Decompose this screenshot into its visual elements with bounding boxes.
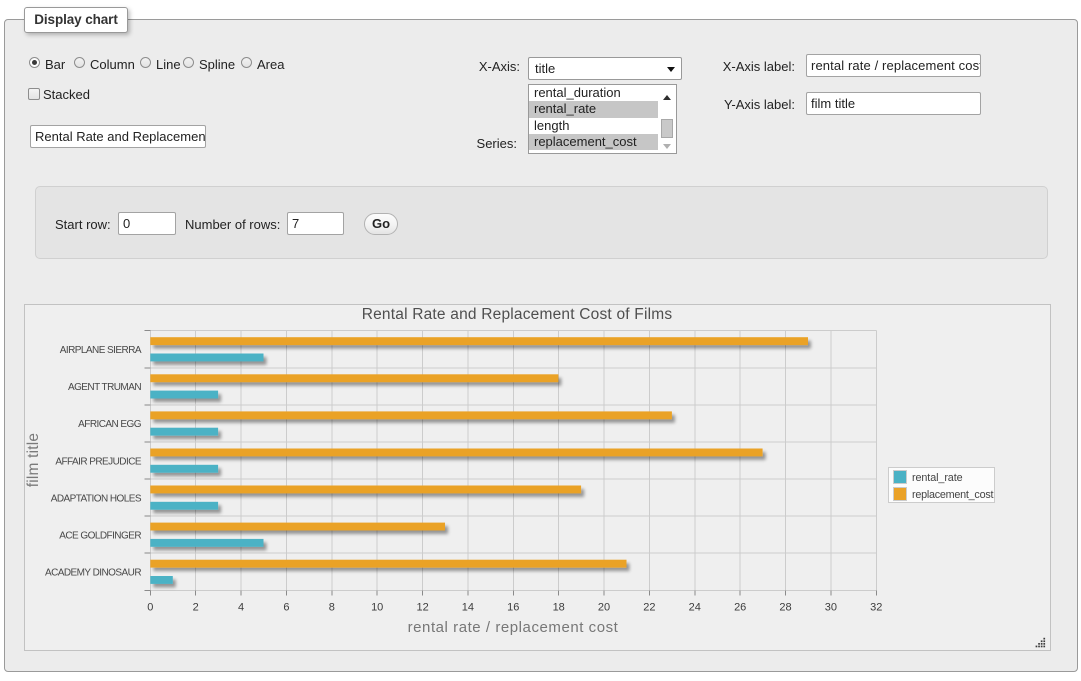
svg-text:32: 32 — [870, 602, 882, 614]
svg-text:rental rate / replacement cost: rental rate / replacement cost — [408, 619, 619, 636]
svg-text:AFRICAN EGG: AFRICAN EGG — [78, 419, 142, 430]
svg-text:2: 2 — [193, 602, 199, 614]
svg-text:0: 0 — [147, 602, 153, 614]
svg-text:28: 28 — [779, 602, 791, 614]
svg-text:16: 16 — [507, 602, 519, 614]
svg-text:ACADEMY DINOSAUR: ACADEMY DINOSAUR — [45, 568, 141, 579]
svg-text:ACE GOLDFINGER: ACE GOLDFINGER — [59, 531, 141, 542]
svg-text:26: 26 — [734, 602, 746, 614]
svg-text:8: 8 — [329, 602, 335, 614]
svg-text:10: 10 — [371, 602, 383, 614]
svg-text:AFFAIR PREJUDICE: AFFAIR PREJUDICE — [55, 456, 142, 467]
svg-text:film title: film title — [25, 433, 42, 488]
svg-text:30: 30 — [825, 602, 837, 614]
svg-text:AGENT TRUMAN: AGENT TRUMAN — [68, 382, 141, 393]
svg-text:6: 6 — [283, 602, 289, 614]
svg-text:4: 4 — [238, 602, 244, 614]
svg-text:AIRPLANE SIERRA: AIRPLANE SIERRA — [60, 345, 142, 356]
svg-text:ADAPTATION HOLES: ADAPTATION HOLES — [51, 493, 142, 504]
svg-text:24: 24 — [689, 602, 701, 614]
svg-text:20: 20 — [598, 602, 610, 614]
svg-text:14: 14 — [462, 602, 474, 614]
svg-text:18: 18 — [553, 602, 565, 614]
svg-text:22: 22 — [643, 602, 655, 614]
svg-text:12: 12 — [416, 602, 428, 614]
svg-text:rental_rate: rental_rate — [912, 472, 963, 484]
svg-text:replacement_cost: replacement_cost — [912, 489, 993, 501]
svg-text:Rental Rate and Replacement Co: Rental Rate and Replacement Cost of Film… — [362, 306, 673, 323]
